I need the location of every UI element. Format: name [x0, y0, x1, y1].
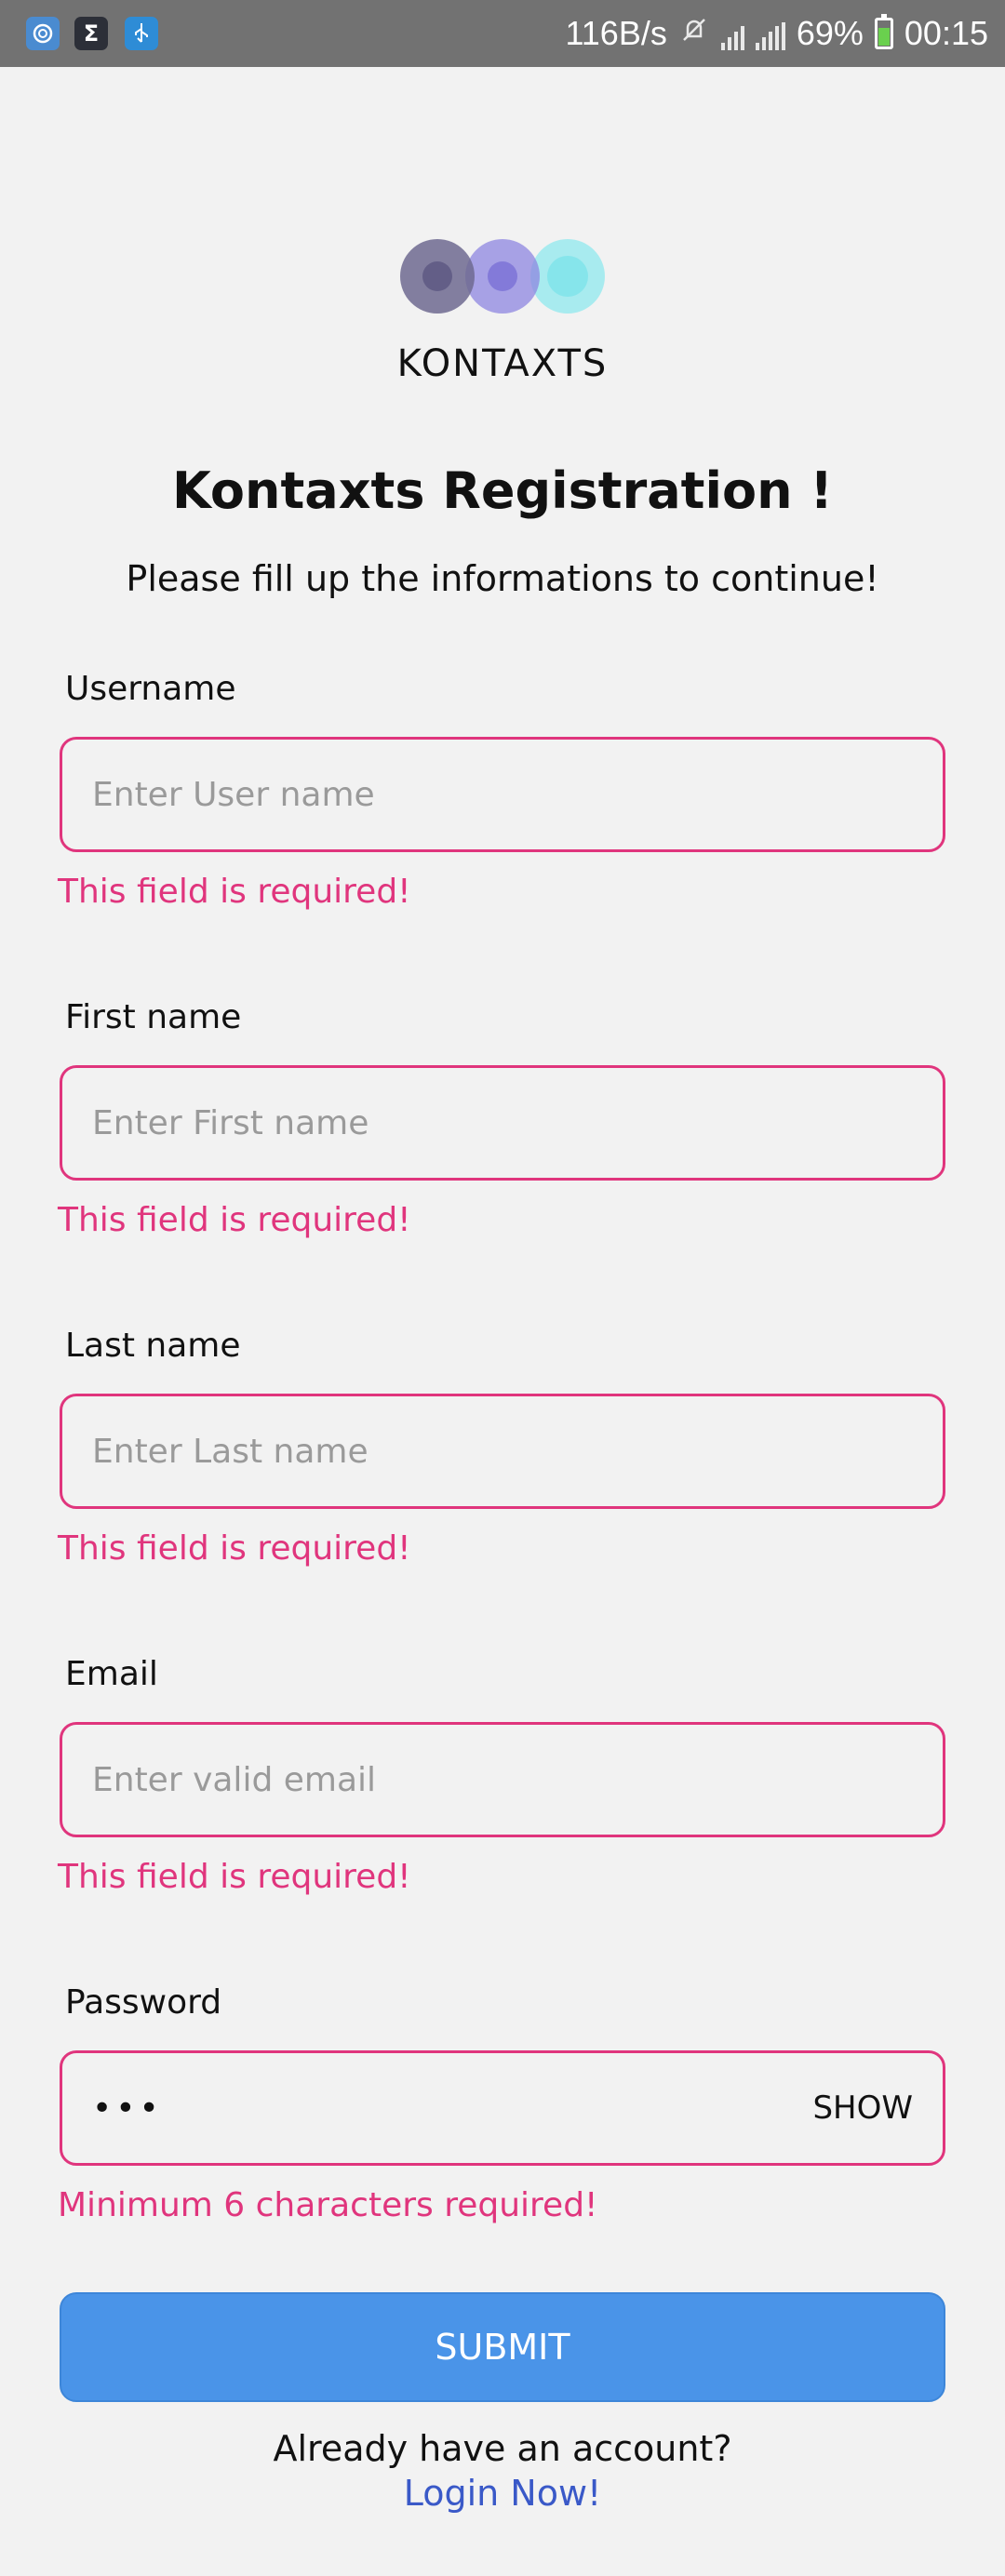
password-input[interactable]: •••: [92, 2089, 812, 2128]
username-input[interactable]: [92, 775, 913, 814]
first-name-input[interactable]: [92, 1103, 913, 1142]
first-name-field-box[interactable]: [60, 1065, 945, 1181]
password-error: Minimum 6 characters required!: [58, 2186, 598, 2224]
last-name-error: This field is required!: [58, 1529, 411, 1568]
battery-icon: [874, 14, 893, 49]
page-title: Kontaxts Registration !: [172, 461, 833, 520]
first-name-error: This field is required!: [58, 1201, 411, 1239]
email-label: Email: [65, 1655, 158, 1693]
password-field-box[interactable]: ••• SHOW: [60, 2050, 945, 2166]
status-right: 116B/s 69% 00:15: [565, 0, 988, 67]
username-label: Username: [65, 670, 236, 708]
username-field-box[interactable]: [60, 737, 945, 852]
status-bar: Σ 116B/s 69% 00:15: [0, 0, 1005, 67]
signal-icon-2: [755, 22, 785, 50]
email-error: This field is required!: [58, 1858, 411, 1896]
last-name-label: Last name: [65, 1327, 241, 1365]
first-name-label: First name: [65, 998, 242, 1036]
kontaxts-logo-icon: [400, 239, 605, 314]
logo-text: KONTAXTS: [396, 342, 609, 385]
mute-alarm-icon: [678, 14, 710, 53]
email-field-box[interactable]: [60, 1722, 945, 1837]
battery-percent: 69%: [796, 14, 864, 52]
last-name-field-box[interactable]: [60, 1394, 945, 1509]
show-password-toggle[interactable]: SHOW: [812, 2089, 913, 2127]
page-subtitle: Please fill up the informations to conti…: [126, 558, 879, 599]
usb-icon: [125, 17, 158, 50]
password-label: Password: [65, 1983, 222, 2022]
signal-icon-1: [720, 22, 744, 50]
username-error: This field is required!: [58, 873, 411, 911]
login-now-link[interactable]: Login Now!: [0, 2473, 1005, 2514]
email-input[interactable]: [92, 1760, 913, 1799]
settings-app-icon: [26, 17, 60, 50]
sigma-app-icon: Σ: [74, 17, 108, 50]
last-name-input[interactable]: [92, 1432, 913, 1471]
network-speed: 116B/s: [565, 14, 667, 52]
submit-button[interactable]: SUBMIT: [60, 2292, 945, 2402]
clock: 00:15: [904, 14, 988, 52]
already-have-account-text: Already have an account?: [273, 2428, 732, 2469]
